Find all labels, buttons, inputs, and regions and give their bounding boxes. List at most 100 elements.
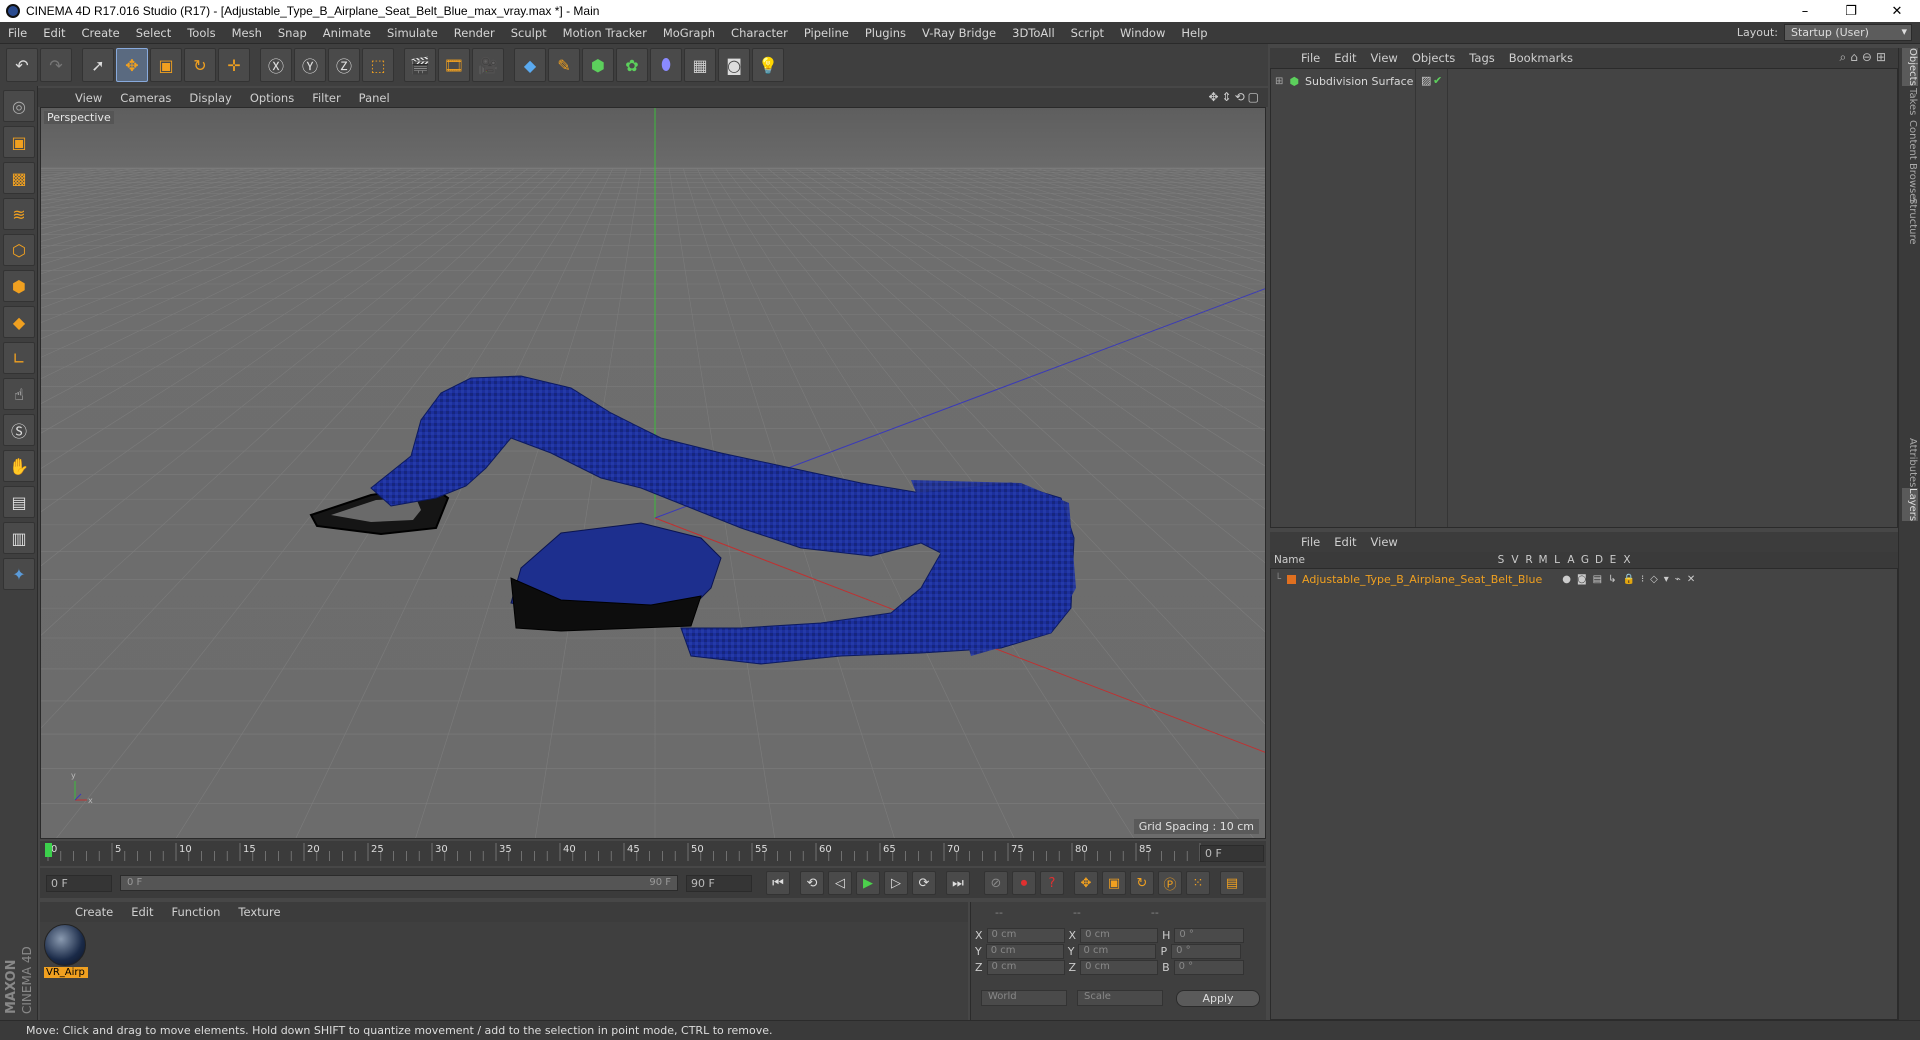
frame-range-slider[interactable]: 0 F 90 F (120, 875, 678, 891)
workplane-lock-icon[interactable]: ▤ (3, 486, 35, 518)
redo-button[interactable]: ↷ (40, 48, 72, 82)
size-z-field[interactable]: 0 cm (1080, 960, 1159, 975)
menu-animate[interactable]: Animate (315, 26, 379, 40)
menu-sculpt[interactable]: Sculpt (503, 26, 555, 40)
live-selection-tool-icon[interactable]: ➚ (82, 48, 114, 82)
layer-row[interactable]: └ Adjustable_Type_B_Airplane_Seat_Belt_B… (1275, 573, 1895, 586)
floor-icon[interactable]: ▦ (684, 48, 716, 82)
close-button[interactable]: ✕ (1874, 0, 1920, 22)
layer-column-g[interactable]: G (1578, 554, 1592, 566)
position-y-field[interactable]: 0 cm (985, 944, 1064, 959)
transform-mode-select[interactable]: Scale (1077, 990, 1163, 1006)
timeline-ruler[interactable]: 051015202530354045505560657075808590 0 F (40, 841, 1266, 866)
layer-column-d[interactable]: D (1592, 554, 1606, 566)
object-menu-tags[interactable]: Tags (1462, 51, 1501, 65)
apply-button[interactable]: Apply (1176, 990, 1260, 1007)
motion-path-icon[interactable]: ⊘ (984, 871, 1008, 895)
light-icon[interactable]: 💡 (752, 48, 784, 82)
menu-mograph[interactable]: MoGraph (655, 26, 723, 40)
key-scale-icon[interactable]: ▣ (1102, 871, 1126, 895)
menu-v-ray-bridge[interactable]: V-Ray Bridge (914, 26, 1004, 40)
viewport-menu-display[interactable]: Display (180, 91, 240, 105)
layer-menu-edit[interactable]: Edit (1327, 535, 1363, 549)
restore-button[interactable]: ❐ (1828, 0, 1874, 22)
layer-column-l[interactable]: L (1550, 554, 1564, 566)
layer-column-s[interactable]: S (1494, 554, 1508, 566)
object-manager[interactable]: ⊞ ⬢ Subdivision Surface ▨ ✔ (1270, 68, 1898, 528)
viewport[interactable]: y x Perspective Grid Spacing : 10 cm (40, 107, 1266, 839)
rotation-h-field[interactable]: 0 ° (1174, 928, 1245, 943)
size-y-field[interactable]: 0 cm (1078, 944, 1157, 959)
workplane-mode-icon[interactable]: ≋ (3, 198, 35, 230)
viewport-menu-view[interactable]: View (66, 91, 111, 105)
object-menu-objects[interactable]: Objects (1405, 51, 1462, 65)
viewport-menu-filter[interactable]: Filter (303, 91, 349, 105)
coordinate-system-icon[interactable]: ⬚ (362, 48, 394, 82)
rotation-p-field[interactable]: 0 ° (1171, 944, 1242, 959)
next-key-button[interactable]: ⟳ (912, 871, 936, 895)
autokeying-button[interactable]: ? (1040, 871, 1064, 895)
make-editable-icon[interactable]: ◎ (3, 90, 35, 122)
menu-3dtoall[interactable]: 3DToAll (1004, 26, 1063, 40)
object-name[interactable]: Subdivision Surface (1305, 75, 1413, 88)
object-menu-file[interactable]: File (1294, 51, 1327, 65)
start-frame-field[interactable]: 0 F (46, 874, 112, 892)
key-position-icon[interactable]: ✥ (1074, 871, 1098, 895)
enabled-check-icon[interactable]: ✔ (1433, 74, 1442, 87)
menu-edit[interactable]: Edit (35, 26, 73, 40)
go-to-start-button[interactable]: ⏮ (766, 871, 790, 895)
snap-icon[interactable]: ✋ (3, 450, 35, 482)
layer-flag-icons[interactable]: ●◙▤↳🔒⁝◇▾⌁✕ (1562, 574, 1701, 585)
model-mode-icon[interactable]: ▣ (3, 126, 35, 158)
subdivision-surface-icon[interactable]: ⬢ (582, 48, 614, 82)
coordinate-mode-select[interactable]: World (981, 990, 1067, 1006)
locked-workplane-icon[interactable]: ▥ (3, 522, 35, 554)
recent-tools-icon[interactable]: ✛ (218, 48, 250, 82)
layout-select[interactable]: Startup (User) (1784, 24, 1912, 41)
layer-column-v[interactable]: V (1508, 554, 1522, 566)
menu-pipeline[interactable]: Pipeline (796, 26, 857, 40)
key-rotation-icon[interactable]: ↻ (1130, 871, 1154, 895)
rotation-b-field[interactable]: 0 ° (1173, 960, 1244, 975)
key-pla-icon[interactable]: ⁙ (1186, 871, 1210, 895)
menu-render[interactable]: Render (446, 26, 503, 40)
x-axis-lock-icon[interactable]: Ⓧ (260, 48, 292, 82)
z-axis-lock-icon[interactable]: Ⓩ (328, 48, 360, 82)
play-forward-button[interactable]: ▶ (856, 871, 880, 895)
position-x-field[interactable]: 0 cm (986, 928, 1065, 943)
current-frame-field[interactable]: 0 F (1200, 845, 1264, 862)
layer-column-r[interactable]: R (1522, 554, 1536, 566)
menu-help[interactable]: Help (1173, 26, 1215, 40)
previous-frame-button[interactable]: ◁ (828, 871, 852, 895)
viewport-menu-cameras[interactable]: Cameras (111, 91, 180, 105)
array-generator-icon[interactable]: ✿ (616, 48, 648, 82)
python-icon[interactable]: ✦ (3, 558, 35, 590)
menu-select[interactable]: Select (128, 26, 179, 40)
right-tab-attributes[interactable]: Attributes (1902, 438, 1918, 487)
layer-column-m[interactable]: M (1536, 554, 1550, 566)
layer-manager[interactable]: └ Adjustable_Type_B_Airplane_Seat_Belt_B… (1270, 568, 1898, 1020)
right-tab-content-browser[interactable]: Content Browser (1902, 120, 1918, 203)
object-row[interactable]: ⊞ ⬢ Subdivision Surface (1275, 75, 1413, 88)
menu-snap[interactable]: Snap (270, 26, 315, 40)
layer-name[interactable]: Adjustable_Type_B_Airplane_Seat_Belt_Blu… (1302, 573, 1542, 586)
record-active-objects-button[interactable]: ⏺ (1012, 871, 1036, 895)
viewport-menu-options[interactable]: Options (241, 91, 303, 105)
object-manager-tools-icons[interactable]: ⌕⌂⊖⊞ (1840, 50, 1890, 65)
right-tab-layers[interactable]: Layers (1902, 488, 1918, 522)
right-tab-objects[interactable]: Objects (1902, 48, 1918, 86)
minimize-button[interactable]: – (1782, 0, 1828, 22)
object-menu-view[interactable]: View (1364, 51, 1405, 65)
undo-button[interactable]: ↶ (6, 48, 38, 82)
expand-icon[interactable]: ⊞ (1275, 76, 1283, 87)
tweak-mode-icon[interactable]: ☝ (3, 378, 35, 410)
layer-column-a[interactable]: A (1564, 554, 1578, 566)
polygons-mode-icon[interactable]: ◆ (3, 306, 35, 338)
menu-create[interactable]: Create (74, 26, 128, 40)
material-menu-texture[interactable]: Texture (229, 905, 289, 919)
layer-column-e[interactable]: E (1606, 554, 1620, 566)
layer-menu-file[interactable]: File (1294, 535, 1327, 549)
material-menu-function[interactable]: Function (163, 905, 230, 919)
texture-mode-icon[interactable]: ▩ (3, 162, 35, 194)
y-axis-lock-icon[interactable]: Ⓨ (294, 48, 326, 82)
